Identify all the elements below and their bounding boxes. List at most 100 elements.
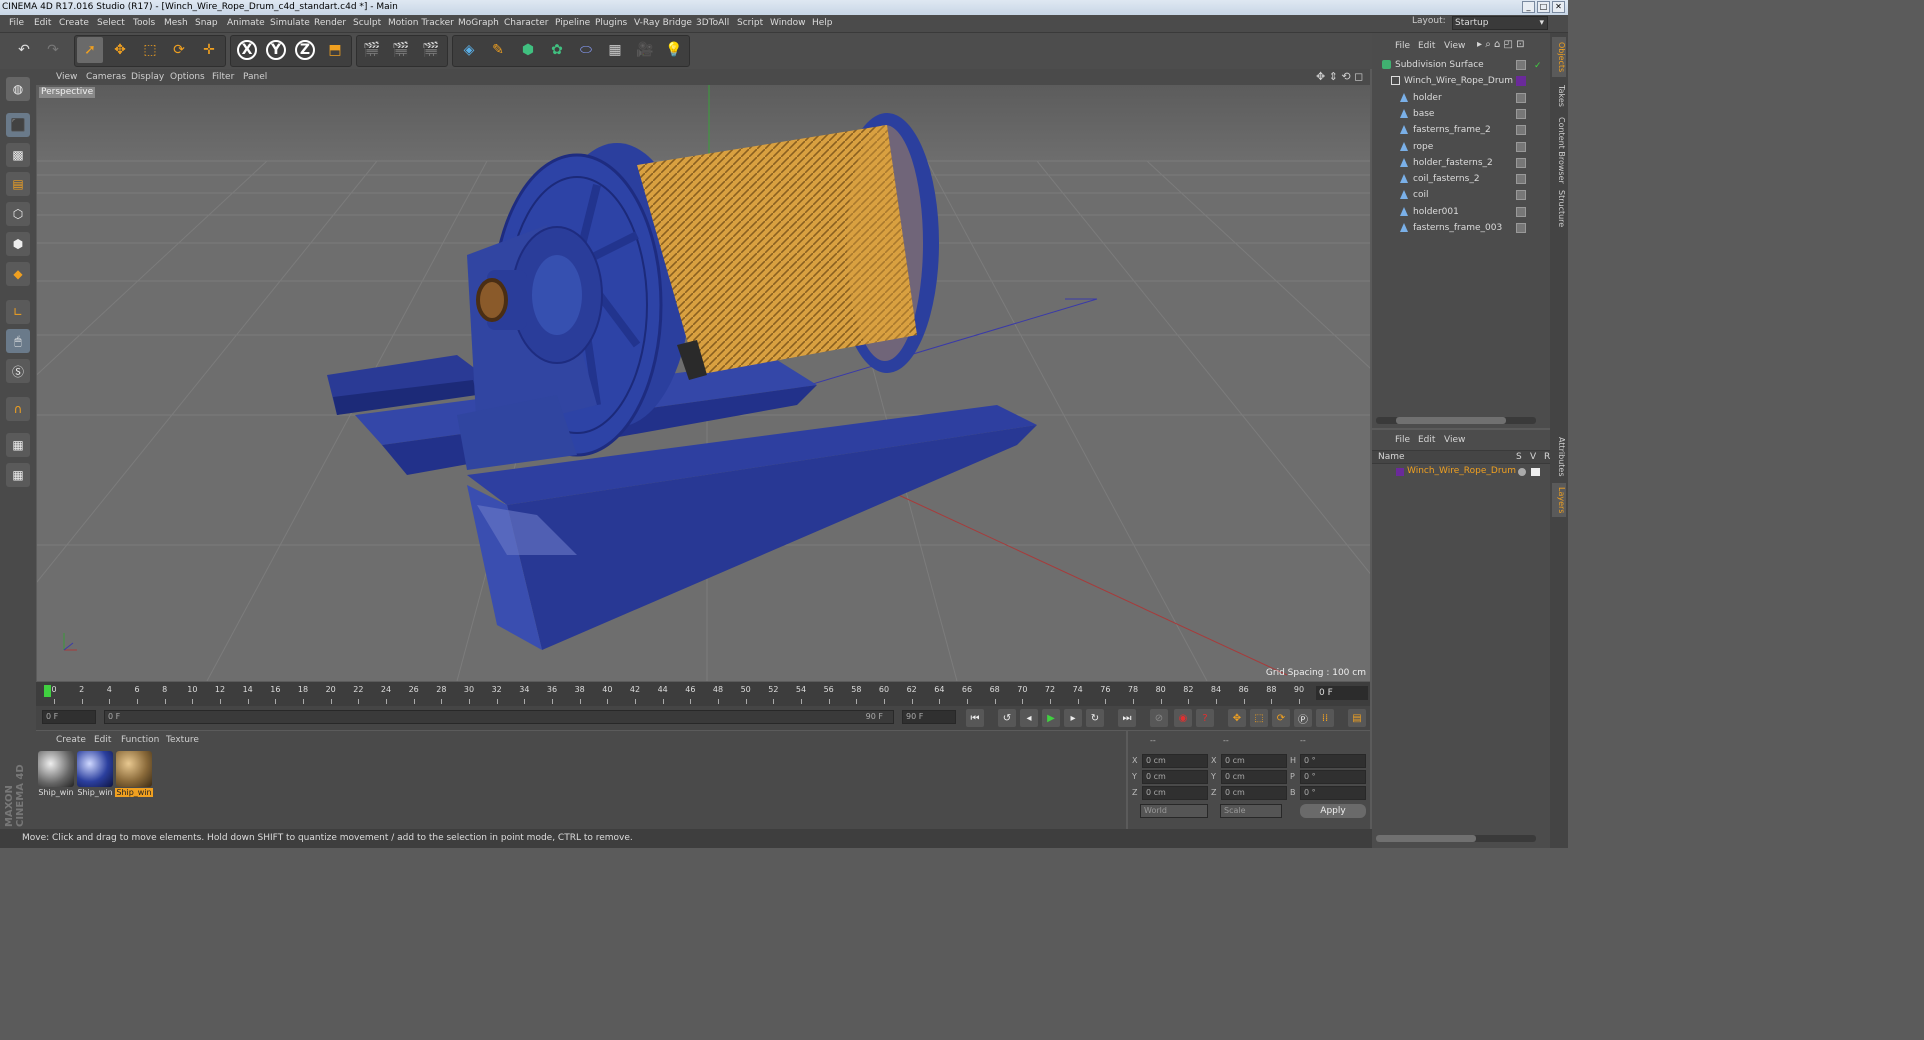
mograph-cloner-button[interactable]: ✿ [544, 37, 570, 63]
prev-frame-button[interactable]: ◂ [1020, 709, 1038, 727]
layer-color-tag[interactable] [1516, 76, 1526, 87]
motion-record-button[interactable]: ⊘ [1150, 709, 1168, 727]
layer-visible-icon[interactable] [1531, 468, 1540, 476]
vp-menu-display[interactable]: Display [131, 72, 164, 82]
coord-rot-h-field[interactable]: 0 ° [1300, 754, 1366, 768]
layer-scroll-thumb[interactable] [1376, 835, 1476, 842]
material-swatch-1[interactable] [38, 751, 74, 787]
apply-button[interactable]: Apply [1300, 804, 1366, 818]
object-scroll-thumb[interactable] [1396, 417, 1506, 424]
mat-menu-edit[interactable]: Edit [94, 735, 111, 745]
layer-row[interactable]: Winch_Wire_Rope_Drum [1372, 465, 1550, 479]
layer-name[interactable]: Winch_Wire_Rope_Drum [1407, 466, 1516, 476]
make-editable-button[interactable]: ◍ [6, 77, 30, 101]
redo-button[interactable]: ↷ [40, 37, 66, 63]
menu-tools[interactable]: Tools [133, 18, 155, 28]
key-rotation-button[interactable]: ⟳ [1272, 709, 1290, 727]
coord-size-z-field[interactable]: 0 cm [1221, 786, 1287, 800]
go-to-start-button[interactable]: ⏮ [966, 709, 984, 727]
render-view-button[interactable]: 🎬 [359, 37, 385, 63]
prev-key-button[interactable]: ↺ [998, 709, 1016, 727]
object-name[interactable]: fasterns_frame_003 [1413, 220, 1502, 236]
transform-tool-button[interactable]: ✛ [196, 37, 222, 63]
floor-button[interactable]: ▦ [602, 37, 628, 63]
material-swatch-3[interactable] [116, 751, 152, 787]
autokey-button[interactable]: ? [1196, 709, 1214, 727]
object-name[interactable]: Subdivision Surface [1395, 57, 1484, 73]
move-tool-button[interactable]: ✥ [107, 37, 133, 63]
magnet-button[interactable]: ∩ [6, 397, 30, 421]
menu-help[interactable]: Help [812, 18, 833, 28]
menu-3dtoall[interactable]: 3DToAll [696, 18, 729, 28]
menu-simulate[interactable]: Simulate [270, 18, 310, 28]
object-row[interactable]: holder001 [1372, 204, 1550, 220]
menu-sculpt[interactable]: Sculpt [353, 18, 381, 28]
minimize-button[interactable]: _ [1522, 1, 1535, 13]
visibility-toggle[interactable] [1516, 60, 1526, 70]
object-row[interactable]: fasterns_frame_2 [1372, 122, 1550, 138]
pen-tool-button[interactable]: ✎ [485, 37, 511, 63]
frame-range-slider[interactable]: 0 F 90 F [104, 710, 894, 724]
rotate-tool-button[interactable]: ⟳ [166, 37, 192, 63]
mat-menu-create[interactable]: Create [56, 735, 86, 745]
deformer-button[interactable]: ⬭ [573, 37, 599, 63]
visibility-toggle[interactable] [1516, 125, 1526, 136]
object-name[interactable]: base [1413, 106, 1434, 122]
max-frame-field[interactable]: 90 F [902, 710, 956, 724]
object-name[interactable]: coil [1413, 187, 1428, 203]
material-label-2[interactable]: Ship_win [76, 788, 114, 797]
snap-button[interactable]: Ⓢ [6, 359, 30, 383]
object-row[interactable]: base [1372, 106, 1550, 122]
object-name[interactable]: holder_fasterns_2 [1413, 155, 1493, 171]
layer-col-name[interactable]: Name [1378, 452, 1405, 462]
render-picture-viewer-button[interactable]: 🎬 [388, 37, 414, 63]
vp-menu-view[interactable]: View [56, 72, 77, 82]
timeline-ruler[interactable]: 0 2 4 6 8 10 12 14 16 18 20 22 24 26 28 30 32 34 36 38 40 42 4… [36, 682, 1370, 706]
y-axis-toggle[interactable]: Y [263, 37, 289, 63]
menu-mograph[interactable]: MoGraph [458, 18, 499, 28]
menu-render[interactable]: Render [314, 18, 346, 28]
timeline-button[interactable]: ▤ [1348, 709, 1366, 727]
object-row[interactable]: Subdivision Surface ✓ [1372, 57, 1550, 73]
points-mode-button[interactable]: ⬡ [6, 202, 30, 226]
object-name[interactable]: holder001 [1413, 204, 1459, 220]
material-label-1[interactable]: Ship_win [37, 788, 75, 797]
tab-objects[interactable]: Objects [1552, 37, 1566, 77]
menu-edit[interactable]: Edit [34, 18, 51, 28]
camera-button[interactable]: 🎥 [632, 37, 658, 63]
coord-scale-select[interactable]: Scale [1220, 804, 1282, 818]
vp-menu-cameras[interactable]: Cameras [86, 72, 126, 82]
object-name[interactable]: fasterns_frame_2 [1413, 122, 1491, 138]
camera-label[interactable]: Perspective [39, 87, 96, 98]
key-scale-button[interactable]: ⬚ [1250, 709, 1268, 727]
obj-menu-file[interactable]: File [1395, 41, 1410, 51]
layer-col-s[interactable]: S [1516, 452, 1522, 462]
menu-create[interactable]: Create [59, 18, 89, 28]
workplane-lock-button[interactable]: ▦ [6, 433, 30, 457]
visibility-toggle[interactable] [1516, 206, 1526, 217]
light-button[interactable]: 💡 [661, 37, 687, 63]
live-selection-button[interactable]: ➚ [77, 37, 103, 63]
layout-select[interactable]: Startup ▾ [1452, 16, 1548, 30]
min-frame-field[interactable]: 0 F [42, 710, 96, 724]
current-frame-field[interactable]: 0 F [1316, 686, 1368, 700]
next-key-button[interactable]: ↻ [1086, 709, 1104, 727]
workplane-mode-button[interactable]: ▤ [6, 172, 30, 196]
visibility-toggle[interactable] [1516, 92, 1526, 103]
mat-menu-texture[interactable]: Texture [166, 735, 199, 745]
object-name[interactable]: coil_fasterns_2 [1413, 171, 1480, 187]
viewport-nav-icons[interactable]: ✥ ⇕ ⟲ ◻ [1316, 70, 1363, 83]
menu-script[interactable]: Script [737, 18, 763, 28]
tab-layers[interactable]: Layers [1552, 483, 1566, 517]
menu-window[interactable]: Window [770, 18, 806, 28]
object-row[interactable]: holder_fasterns_2 [1372, 155, 1550, 171]
scale-tool-button[interactable]: ⬚ [137, 37, 163, 63]
axis-mode-button[interactable]: ∟ [6, 300, 30, 324]
model-mode-button[interactable]: ⬛ [6, 113, 30, 137]
visibility-toggle[interactable] [1516, 190, 1526, 201]
record-keys-button[interactable]: ◉ [1174, 709, 1192, 727]
visibility-toggle[interactable] [1516, 157, 1526, 168]
object-row[interactable]: Winch_Wire_Rope_Drum [1372, 73, 1550, 89]
layer-solo-icon[interactable] [1518, 468, 1526, 476]
cube-object-button[interactable]: ◈ [456, 37, 482, 63]
